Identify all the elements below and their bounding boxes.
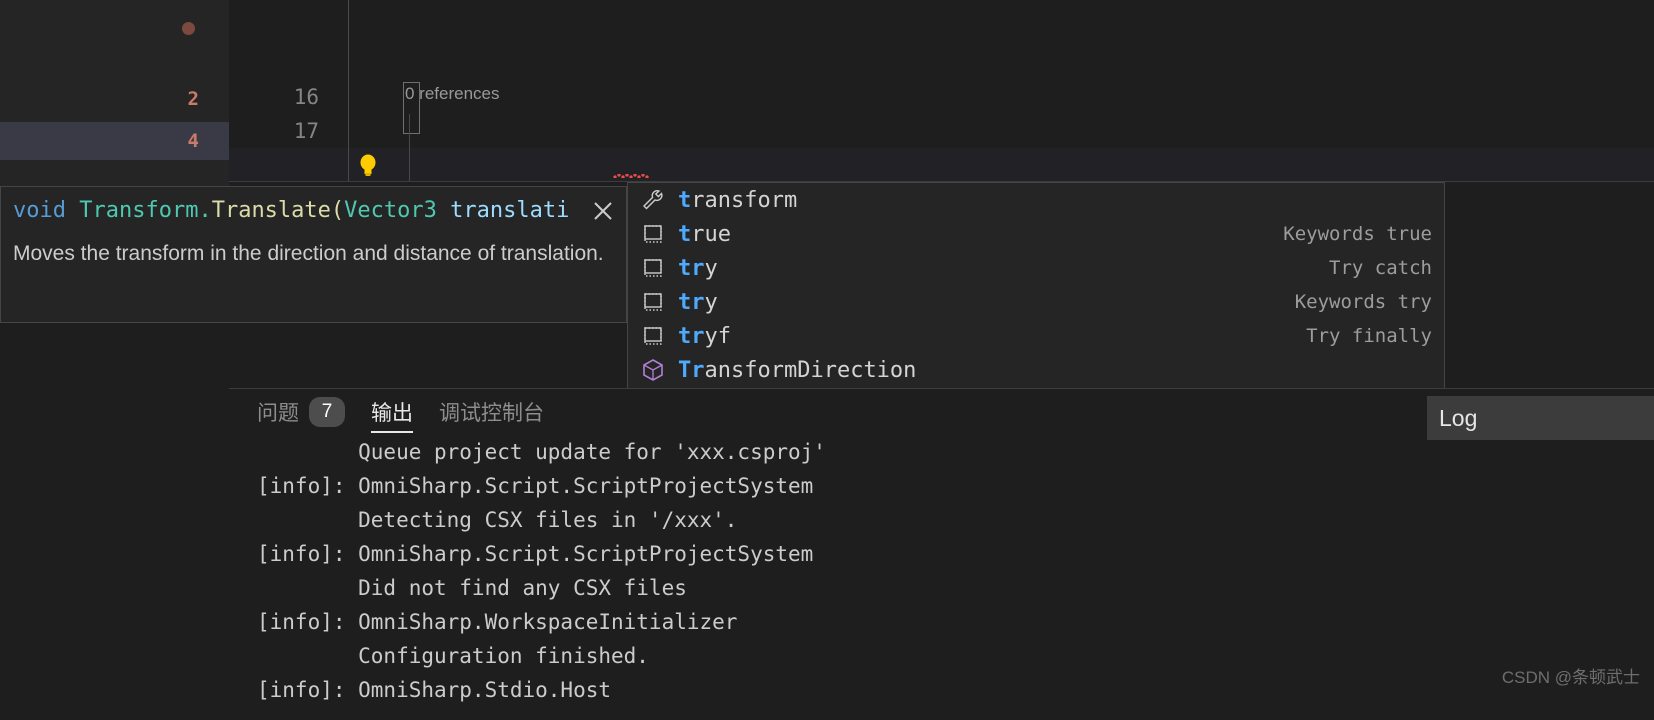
keyword-icon — [640, 323, 670, 349]
signature-return-type: void — [13, 198, 66, 223]
gutter-divider — [348, 114, 349, 148]
log-line: [info]: OmniSharp.WorkspaceInitializer — [257, 610, 738, 634]
keyword-icon — [640, 255, 670, 281]
suggest-label-match: Tr — [678, 357, 705, 383]
signature-method: Translate — [211, 198, 331, 223]
suggest-item-detail: Try finally — [1306, 325, 1432, 347]
suggest-item-label: true — [678, 222, 731, 247]
suggest-item[interactable]: TransformDirection — [628, 353, 1444, 387]
indent-guide — [409, 114, 410, 148]
codelens-row[interactable]: 0 references — [229, 14, 1654, 103]
keyword-icon — [644, 259, 662, 277]
code-line-18: 18 transform.Translate(0,0,1); — [229, 114, 1654, 177]
lightbulb-icon[interactable] — [358, 154, 378, 176]
log-line: Configuration finished. — [257, 644, 649, 668]
suggest-item[interactable]: tryf Try finally — [628, 319, 1444, 353]
gutter-divider — [348, 80, 349, 114]
gutter-divider — [348, 148, 349, 182]
signature-param-type: Vector3 — [344, 198, 437, 223]
suggest-item[interactable]: true Keywords true — [628, 217, 1444, 251]
suggest-label-rest: y — [704, 255, 718, 281]
method-icon — [643, 359, 663, 381]
signature-dot: . — [198, 198, 212, 223]
suggest-label-rest: yf — [704, 323, 732, 349]
signature-paren: ( — [330, 198, 345, 223]
error-squiggle — [613, 174, 649, 178]
suggest-label-rest: ansformDirection — [704, 357, 917, 383]
wrench-icon — [640, 187, 670, 213]
suggest-item-detail: Keywords try — [1294, 291, 1432, 313]
suggest-item-label: transform — [678, 188, 797, 213]
keyword-icon — [640, 289, 670, 315]
suggest-item-label: try — [678, 256, 718, 281]
suggest-label-match: t — [678, 221, 692, 247]
suggest-item-label: TransformDirection — [678, 358, 916, 383]
suggest-item-detail: Keywords true — [1283, 223, 1432, 245]
close-icon[interactable] — [590, 198, 616, 224]
log-line: Queue project update for 'xxx.csproj' — [257, 440, 826, 464]
output-channel-select[interactable]: Log — [1427, 396, 1654, 440]
suggest-label-match: tr — [678, 289, 705, 315]
minimap-current-slider[interactable]: 4 — [0, 122, 229, 160]
log-line: Detecting CSX files in '/xxx'. — [257, 508, 738, 532]
panel-tab-label: 问题 — [257, 402, 299, 425]
suggest-label-match: t — [678, 187, 692, 213]
output-log[interactable]: Queue project update for 'xxx.csproj' [in… — [229, 435, 1654, 720]
vscode-window: 2 4 15 // Update is called once per fram… — [0, 0, 1654, 720]
signature-row: void Transform.Translate(Vector3 transla… — [1, 187, 626, 235]
gutter-divider — [348, 0, 349, 14]
suggest-item-label: try — [678, 290, 718, 315]
suggest-label-rest: ransform — [691, 187, 798, 213]
panel-tab-label: 调试控制台 — [439, 402, 544, 425]
code-editor[interactable]: 15 // Update is called once per frame 0 … — [229, 0, 1654, 190]
gutter-divider — [348, 14, 349, 46]
suggest-item[interactable]: transform — [628, 183, 1444, 217]
method-icon — [640, 357, 670, 383]
log-line: Did not find any CSX files — [257, 576, 687, 600]
code-line-15: 15 // Update is called once per frame — [229, 0, 1654, 14]
keyword-icon — [644, 293, 662, 311]
code-line-17: 17 { — [229, 80, 1654, 143]
watermark: CSDN @条顿武士 — [1501, 668, 1640, 687]
suggest-label-match: tr — [678, 323, 705, 349]
signature-class: Transform — [79, 198, 199, 223]
suggest-item[interactable]: try Keywords try — [628, 285, 1444, 319]
keyword-icon — [644, 327, 662, 345]
panel-tab-output[interactable]: 输出 — [371, 389, 413, 435]
log-line: [info]: OmniSharp.Script.ScriptProjectSy… — [257, 542, 814, 566]
suggest-label-match: tr — [678, 255, 705, 281]
log-line: [info]: OmniSharp.Script.ScriptProjectSy… — [257, 474, 814, 498]
panel-tab-debug-console[interactable]: 调试控制台 — [439, 389, 544, 435]
log-line: [info]: OmniSharp.Stdio.Host — [257, 678, 612, 702]
signature-param-name: translati — [450, 198, 570, 223]
wrench-icon — [643, 190, 663, 210]
minimap-marker-count-4: 4 — [187, 130, 199, 152]
minimap-marker-count-2: 2 — [187, 88, 199, 110]
panel-tab-label: 输出 — [371, 402, 413, 425]
suggest-item[interactable]: try Try catch — [628, 251, 1444, 285]
suggest-label-rest: y — [704, 289, 718, 315]
panel-tab-problems[interactable]: 问题 7 — [257, 389, 345, 435]
suggest-label-rest: rue — [691, 221, 731, 247]
keyword-icon — [640, 221, 670, 247]
problems-count-badge: 7 — [309, 397, 345, 427]
suggest-item-detail: Try catch — [1329, 257, 1432, 279]
minimap-error-marker — [182, 22, 195, 35]
indent-guide — [409, 148, 410, 182]
editor-minimap[interactable]: 2 4 — [0, 0, 229, 190]
suggest-item-label: tryf — [678, 324, 731, 349]
code-line-19: 19 transform.tr — [229, 148, 1654, 190]
code-line-16: 16 void Update() — [229, 46, 1654, 177]
gutter-divider — [348, 46, 349, 80]
signature-help-widget: void Transform.Translate(Vector3 transla… — [0, 186, 627, 323]
signature-documentation: Moves the transform in the direction and… — [13, 242, 604, 265]
keyword-icon — [644, 225, 662, 243]
